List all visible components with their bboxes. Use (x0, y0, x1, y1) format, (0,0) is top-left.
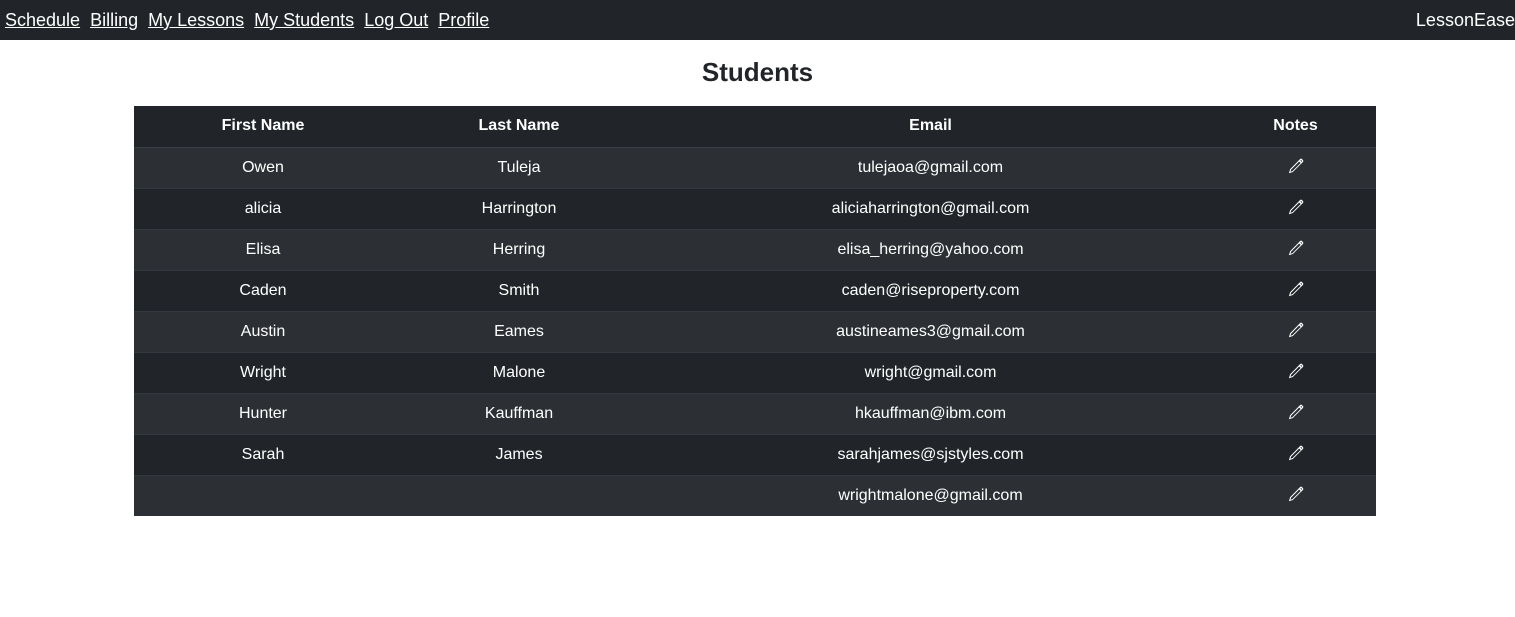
nav-link-my-lessons[interactable]: My Lessons (148, 11, 244, 29)
cell-notes (1215, 434, 1376, 475)
nav-link-my-students[interactable]: My Students (254, 11, 354, 29)
cell-email: elisa_herring@yahoo.com (837, 240, 1024, 258)
nav-link-log-out[interactable]: Log Out (364, 11, 428, 29)
cell-first-name: Hunter (238, 404, 288, 422)
cell-email: tulejaoa@gmail.com (857, 158, 1004, 176)
header-notes: Notes (1215, 106, 1376, 148)
edit-notes-button[interactable] (1285, 237, 1307, 259)
header-last-name: Last Name (392, 106, 646, 148)
cell-last-name: Tuleja (497, 158, 541, 176)
nav-link-profile[interactable]: Profile (438, 11, 489, 29)
cell-last-name: Harrington (481, 199, 557, 217)
cell-email: wright@gmail.com (864, 363, 997, 381)
cell-notes (1215, 270, 1376, 311)
cell-first-name: Caden (239, 281, 287, 299)
cell-notes (1215, 393, 1376, 434)
pencil-icon (1288, 404, 1304, 419)
edit-notes-button[interactable] (1285, 196, 1307, 218)
cell-email: hkauffman@ibm.com (854, 404, 1007, 422)
pencil-icon (1288, 363, 1304, 378)
pencil-icon (1288, 445, 1304, 460)
cell-notes (1215, 229, 1376, 270)
table-row: Austin Eames austineames3@gmail.com (134, 311, 1376, 352)
edit-notes-button[interactable] (1285, 442, 1307, 464)
students-table-container: First Name Last Name Email Notes Owen Tu… (134, 106, 1376, 516)
edit-notes-button[interactable] (1285, 155, 1307, 177)
nav-link-schedule[interactable]: Schedule (5, 11, 80, 29)
table-row: Owen Tuleja tulejaoa@gmail.com (134, 147, 1376, 188)
edit-notes-button[interactable] (1285, 484, 1307, 506)
table-header-row: First Name Last Name Email Notes (134, 106, 1376, 148)
cell-notes (1215, 311, 1376, 352)
pencil-icon (1288, 281, 1304, 296)
cell-last-name: Herring (492, 240, 546, 258)
table-row: wrightmalone@gmail.com (134, 475, 1376, 516)
nav-links: Schedule Billing My Lessons My Students … (0, 11, 499, 29)
pencil-icon (1288, 240, 1304, 255)
cell-first-name: Sarah (241, 445, 285, 463)
edit-notes-button[interactable] (1285, 401, 1307, 423)
cell-last-name: Eames (494, 322, 544, 340)
pencil-icon (1288, 486, 1304, 502)
top-navbar: Schedule Billing My Lessons My Students … (0, 0, 1515, 40)
cell-first-name: alicia (244, 199, 282, 217)
header-first-name: First Name (134, 106, 392, 148)
cell-first-name (134, 475, 392, 516)
pencil-icon (1288, 199, 1304, 214)
table-row: Elisa Herring elisa_herring@yahoo.com (134, 229, 1376, 270)
table-body: Owen Tuleja tulejaoa@gmail.com alicia Ha… (134, 147, 1376, 516)
cell-email: sarahjames@sjstyles.com (837, 445, 1024, 463)
students-table: First Name Last Name Email Notes Owen Tu… (134, 106, 1376, 516)
cell-first-name: Owen (242, 158, 284, 176)
page-title: Students (701, 57, 814, 87)
cell-first-name: Elisa (245, 240, 281, 258)
edit-notes-button[interactable] (1285, 278, 1307, 300)
table-row: Caden Smith caden@riseproperty.com (134, 270, 1376, 311)
cell-last-name (392, 475, 646, 516)
cell-email: wrightmalone@gmail.com (838, 486, 1023, 504)
table-row: alicia Harrington aliciaharrington@gmail… (134, 188, 1376, 229)
cell-last-name: Malone (492, 363, 546, 381)
edit-notes-button[interactable] (1285, 319, 1307, 341)
cell-email: caden@riseproperty.com (841, 281, 1020, 299)
brand-name: LessonEase (1415, 10, 1515, 30)
table-row: Sarah James sarahjames@sjstyles.com (134, 434, 1376, 475)
table-header: First Name Last Name Email Notes (134, 106, 1376, 148)
cell-notes (1215, 475, 1376, 516)
cell-notes (1215, 352, 1376, 393)
cell-email: aliciaharrington@gmail.com (831, 199, 1030, 217)
nav-link-billing[interactable]: Billing (90, 11, 138, 29)
pencil-icon (1288, 158, 1304, 173)
cell-last-name: Kauffman (484, 404, 554, 422)
table-row: Hunter Kauffman hkauffman@ibm.com (134, 393, 1376, 434)
cell-notes (1215, 147, 1376, 188)
cell-last-name: Smith (498, 281, 540, 299)
table-row: Wright Malone wright@gmail.com (134, 352, 1376, 393)
cell-first-name: Austin (240, 322, 286, 340)
edit-notes-button[interactable] (1285, 360, 1307, 382)
pencil-icon (1288, 322, 1304, 337)
header-email: Email (646, 106, 1215, 148)
cell-notes (1215, 188, 1376, 229)
cell-first-name: Wright (240, 363, 286, 381)
cell-last-name: James (495, 445, 543, 463)
cell-email: austineames3@gmail.com (836, 322, 1025, 340)
